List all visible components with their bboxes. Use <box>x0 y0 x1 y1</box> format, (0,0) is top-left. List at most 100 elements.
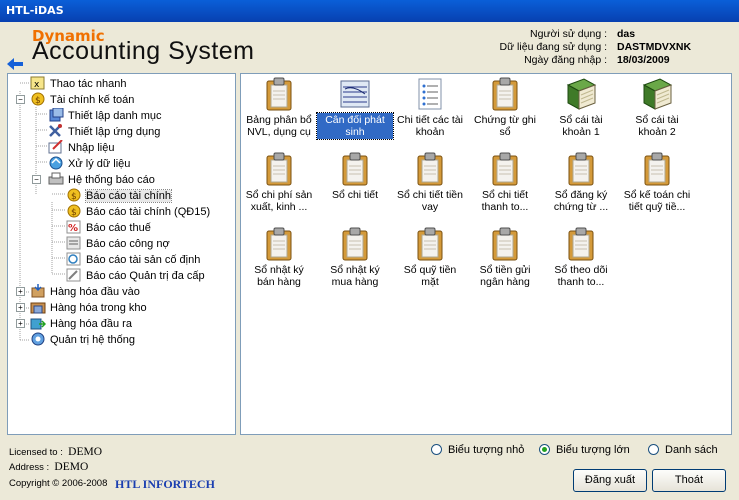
report-item[interactable]: Chi tiết các tài khoản <box>392 77 468 139</box>
fixed-asset-report-icon <box>66 252 82 266</box>
report-item[interactable]: Sổ chi phí sản xuất, kinh ... <box>241 152 317 214</box>
report-item-label: Sổ đăng ký chứng từ ... <box>553 189 609 213</box>
financial-report-qd15-icon: $ <box>66 204 82 218</box>
company-name: HTL INFORTECH <box>115 477 215 491</box>
app-header: Dynamic Accounting System Người sử dụng … <box>0 22 739 72</box>
expand-toggle-finance[interactable]: − <box>16 95 25 104</box>
clipboard-icon <box>263 152 295 186</box>
view-large-icons-radio[interactable]: Biểu tượng lớn <box>539 443 630 456</box>
copyright: Copyright © 2006-2008 <box>9 478 108 489</box>
report-item[interactable]: Sổ cái tài khoản 2 <box>619 77 695 139</box>
system-admin-icon <box>30 332 46 346</box>
tree-item-tax-report[interactable]: % Báo cáo thuế <box>66 220 151 236</box>
svg-text:%: % <box>68 223 78 234</box>
report-item[interactable]: Chứng từ ghi sổ <box>467 77 543 139</box>
tree-item-warehouse[interactable]: Hàng hóa trong kho <box>30 300 147 316</box>
clipboard-icon <box>339 152 371 186</box>
report-item-label: Sổ chi tiết <box>331 189 379 201</box>
radio-large-icon[interactable] <box>539 443 550 455</box>
expand-toggle-warehouse[interactable]: + <box>16 303 25 312</box>
clipboard-icon <box>641 152 673 186</box>
report-item-label: Sổ cái tài khoản 2 <box>635 114 679 138</box>
expand-toggle-report-system[interactable]: − <box>32 175 41 184</box>
view-list-radio[interactable]: Danh sách <box>648 443 718 456</box>
window-title: HTL-iDAS <box>0 0 739 22</box>
report-item[interactable]: Sổ quỹ tiền mặt <box>392 227 468 289</box>
tree-item-fixed-asset-report[interactable]: Báo cáo tài sản cố định <box>66 252 200 268</box>
database-info: Dữ liệu đang sử dụng : DASTMDVXNK <box>497 41 729 53</box>
tree-item-data-processing[interactable]: Xử lý dữ liệu <box>48 156 130 172</box>
report-item[interactable]: Sổ đăng ký chứng từ ... <box>543 152 619 214</box>
clipboard-icon <box>489 227 521 261</box>
view-small-icons-radio[interactable]: Biểu tượng nhỏ <box>431 443 524 456</box>
green-book-icon <box>565 77 597 111</box>
report-item-label: Sổ cái tài khoản 1 <box>559 114 603 138</box>
report-item[interactable]: Sổ tiền gửi ngân hàng <box>467 227 543 289</box>
user-info: Người sử dụng : das <box>497 28 729 40</box>
clipboard-icon <box>414 227 446 261</box>
tree-item-data-entry[interactable]: Nhập liệu <box>48 139 114 156</box>
clipboard-icon <box>414 152 446 186</box>
exit-button[interactable]: Thoát <box>652 469 726 492</box>
ledger-icon <box>339 77 371 111</box>
tree-item-financial-report-qd15[interactable]: $ Báo cáo tài chính (QĐ15) <box>66 204 210 220</box>
licensed-to: Licensed to : DEMO <box>9 446 103 458</box>
logout-button[interactable]: Đăng xuất <box>573 469 647 492</box>
report-item[interactable]: Sổ nhật ký bán hàng <box>241 227 317 289</box>
expand-toggle-goods-out[interactable]: + <box>16 319 25 328</box>
back-arrow-icon[interactable] <box>7 58 23 70</box>
report-item[interactable]: Sổ chi tiết <box>317 152 393 202</box>
address: Address : DEMO <box>9 461 89 473</box>
tree-item-management-report[interactable]: Báo cáo Quản trị đa cấp <box>66 268 205 284</box>
tree-item-finance-accounting[interactable]: $ Tài chính kế toán <box>30 92 134 108</box>
report-item[interactable]: Cân đối phát sinh <box>316 77 394 140</box>
report-system-icon <box>48 172 64 186</box>
report-item[interactable]: Sổ nhật ký mua hàng <box>317 227 393 289</box>
report-item-label: Sổ quỹ tiền mặt <box>403 264 457 288</box>
report-icon-pane[interactable]: Bảng phân bổ NVL, dụng cụ Cân đối phát sinh… <box>240 73 732 435</box>
report-item[interactable]: Sổ chi tiết thanh to... <box>467 152 543 214</box>
licensed-to-value: DEMO <box>68 446 103 458</box>
tree-item-goods-out[interactable]: Hàng hóa đầu ra <box>30 316 132 332</box>
tree-item-quick-actions[interactable]: x Thao tác nhanh <box>30 76 126 92</box>
clipboard-icon <box>565 152 597 186</box>
tree-item-goods-in[interactable]: Hàng hóa đầu vào <box>30 284 140 300</box>
tree-item-system-admin[interactable]: Quản trị hệ thống <box>30 332 135 348</box>
radio-small-icon[interactable] <box>431 443 442 455</box>
green-book-icon <box>641 77 673 111</box>
report-item[interactable]: Bảng phân bổ NVL, dụng cụ <box>241 77 317 139</box>
radio-list-icon[interactable] <box>648 443 659 455</box>
tree-item-catalog-setup[interactable]: Thiết lập danh mục <box>48 107 162 124</box>
list-document-icon <box>414 77 446 111</box>
report-item-label: Sổ nhật ký mua hàng <box>330 264 380 288</box>
clipboard-icon <box>489 152 521 186</box>
svg-text:$: $ <box>71 192 77 202</box>
tree-item-debt-report[interactable]: Báo cáo công nợ <box>66 236 170 252</box>
debt-report-icon <box>66 236 82 250</box>
app-settings-icon <box>48 124 64 138</box>
report-item-label: Sổ theo dõi thanh to... <box>554 264 608 288</box>
clipboard-icon <box>263 77 295 111</box>
expand-toggle-goods-in[interactable]: + <box>16 287 25 296</box>
report-item[interactable]: Sổ kế toán chi tiết quỹ tiề... <box>619 152 695 214</box>
login-date-value: 18/03/2009 <box>617 54 670 66</box>
report-item[interactable]: Sổ theo dõi thanh to... <box>543 227 619 289</box>
tree-item-report-system[interactable]: Hệ thống báo cáo <box>48 172 155 188</box>
tree-item-app-setup[interactable]: Thiết lập ứng dụng <box>48 124 160 140</box>
report-item-label: Sổ nhật ký bán hàng <box>254 264 304 288</box>
tree-item-financial-report[interactable]: $ Báo cáo tài chính <box>66 188 173 204</box>
report-item-label: Sổ chi tiết thanh to... <box>481 189 529 213</box>
report-item[interactable]: Sổ cái tài khoản 1 <box>543 77 619 139</box>
footer: Licensed to : DEMO Address : DEMO Copyri… <box>0 440 739 500</box>
report-item-label: Sổ chi tiết tiền vay <box>397 189 463 213</box>
report-item-label: Bảng phân bổ NVL, dụng cụ <box>246 114 312 138</box>
report-item-label: Chi tiết các tài khoản <box>397 114 463 138</box>
login-date-info: Ngày đăng nhập :18/03/2009 <box>497 54 729 66</box>
report-item-label: Sổ kế toán chi tiết quỹ tiề... <box>623 189 691 213</box>
clipboard-icon <box>489 77 521 111</box>
clipboard-icon <box>565 227 597 261</box>
navigation-tree[interactable]: − − + + + x Thao tác nhanh $ Tài chính kế … <box>7 73 236 435</box>
data-entry-icon <box>48 139 64 154</box>
user-value: das <box>617 28 636 40</box>
report-item[interactable]: Sổ chi tiết tiền vay <box>392 152 468 214</box>
